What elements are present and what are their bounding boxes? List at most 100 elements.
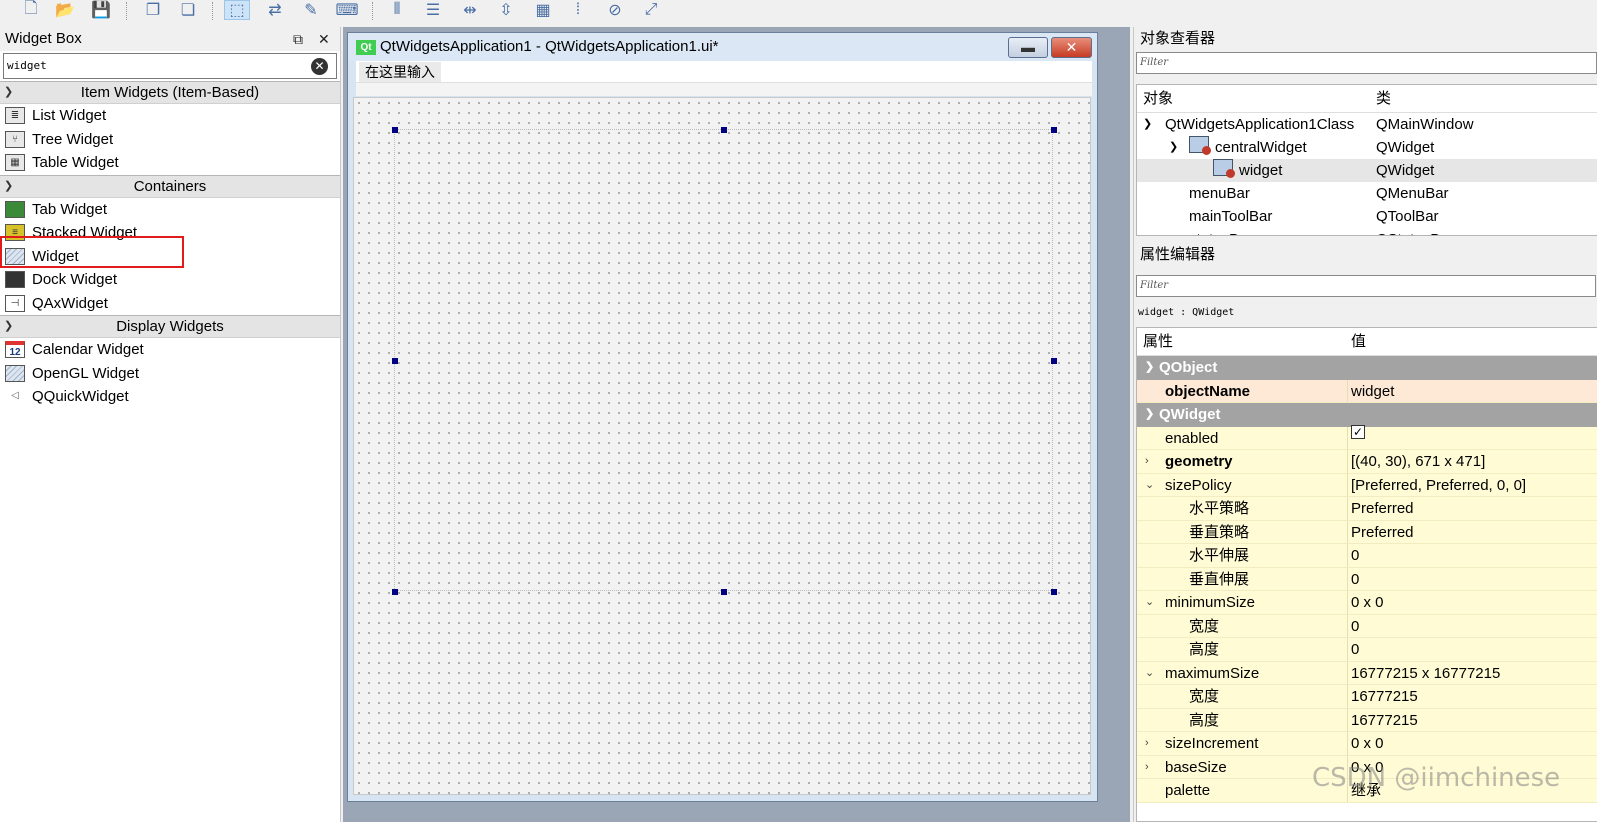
paste-icon[interactable]: ❏ [175, 0, 201, 20]
open-folder-icon[interactable]: 📂 [52, 0, 78, 20]
resize-handle[interactable] [392, 358, 398, 364]
widget-item-dock-widget[interactable]: Dock Widget [0, 268, 340, 292]
prop-maximumsize[interactable]: ⌄ maximumSize 16777215 x 16777215 [1137, 661, 1597, 685]
property-filter-input[interactable]: Filter [1136, 275, 1596, 297]
category-display-widgets[interactable]: ❯ Display Widgets [0, 315, 340, 338]
tab-order-icon[interactable]: ⌨ [334, 0, 360, 20]
widget-item-tab-widget[interactable]: Tab Widget [0, 198, 340, 222]
selected-widget[interactable] [392, 127, 1057, 595]
prop-vstretch[interactable]: 垂直伸展 0 [1137, 567, 1597, 591]
prop-geometry[interactable]: › geometry [(40, 30), 671 x 471] [1137, 450, 1597, 474]
central-widget-canvas[interactable] [353, 97, 1091, 795]
property-value[interactable]: widget [1351, 380, 1394, 403]
copy-icon[interactable]: ❐ [140, 0, 166, 20]
property-value[interactable]: [Preferred, Preferred, 0, 0] [1351, 474, 1526, 497]
chevron-down-icon[interactable]: ⌄ [1145, 474, 1154, 497]
float-icon[interactable]: ⧉ [293, 27, 303, 51]
resize-handle[interactable] [392, 127, 398, 133]
prop-enabled[interactable]: enabled ✓ [1137, 424, 1597, 450]
property-value[interactable]: Preferred [1351, 497, 1414, 520]
widget-item-table-widget[interactable]: ▦ Table Widget [0, 151, 340, 175]
group-qobject[interactable]: ❯ QObject [1137, 356, 1597, 380]
column-header-value[interactable]: 值 [1351, 328, 1366, 356]
property-value[interactable]: 0 [1351, 615, 1359, 638]
widget-item-opengl-widget[interactable]: OpenGL Widget [0, 362, 340, 386]
widget-filter-input[interactable]: widget ✕ [3, 53, 337, 79]
widget-item-list-widget[interactable]: ≣ List Widget [0, 104, 340, 128]
form-title-bar[interactable]: Qt QtWidgetsApplication1 - QtWidgetsAppl… [348, 33, 1097, 61]
property-value[interactable]: 0 [1351, 568, 1359, 591]
enabled-checkbox[interactable]: ✓ [1351, 424, 1365, 439]
widget-item-label: QQuickWidget [32, 388, 129, 405]
resize-handle[interactable] [721, 589, 727, 595]
chevron-down-icon[interactable]: ❯ [1143, 113, 1152, 136]
property-value[interactable]: 16777215 x 16777215 [1351, 662, 1500, 685]
signal-slot-icon[interactable]: ⇄ [262, 0, 288, 20]
prop-sizeincrement[interactable]: › sizeIncrement 0 x 0 [1137, 732, 1597, 756]
resize-handle[interactable] [1051, 589, 1057, 595]
resize-handle[interactable] [1051, 358, 1057, 364]
chevron-down-icon[interactable]: ⌄ [1145, 662, 1154, 685]
new-file-icon[interactable]: 🗋 [18, 0, 44, 20]
tree-row[interactable]: statusBar QStatusBar [1137, 228, 1597, 235]
chevron-down-icon[interactable]: ❯ [1169, 136, 1178, 159]
grid-layout-icon[interactable]: ▦ [530, 0, 556, 20]
break-layout-icon[interactable]: ⊘ [602, 0, 628, 20]
resize-handle[interactable] [392, 589, 398, 595]
layout-horizontal-icon[interactable]: ⦀ [384, 0, 410, 20]
group-qwidget[interactable]: ❯ QWidget [1137, 403, 1597, 427]
chevron-right-icon[interactable]: › [1145, 756, 1149, 779]
tree-row[interactable]: menuBar QMenuBar [1137, 182, 1597, 205]
widget-edit-icon[interactable]: ⬚ [224, 0, 250, 20]
chevron-right-icon[interactable]: › [1145, 732, 1149, 755]
prop-max-height[interactable]: 高度 16777215 [1137, 708, 1597, 732]
widget-item-qquickwidget[interactable]: ◁ QQuickWidget [0, 385, 340, 409]
prop-min-width[interactable]: 宽度 0 [1137, 614, 1597, 638]
prop-max-width[interactable]: 宽度 16777215 [1137, 685, 1597, 709]
tree-row[interactable]: ❯ QtWidgetsApplication1Class QMainWindow [1137, 113, 1597, 136]
prop-vpolicy[interactable]: 垂直策略 Preferred [1137, 520, 1597, 544]
split-vertical-icon[interactable]: ⇳ [493, 0, 519, 20]
save-icon[interactable]: 💾 [88, 0, 114, 20]
prop-hstretch[interactable]: 水平伸展 0 [1137, 544, 1597, 568]
chevron-right-icon[interactable]: › [1145, 450, 1149, 473]
prop-hpolicy[interactable]: 水平策略 Preferred [1137, 497, 1597, 521]
property-value[interactable]: 0 x 0 [1351, 732, 1384, 755]
close-button[interactable]: ✕ [1051, 37, 1092, 58]
menu-type-here[interactable]: 在这里输入 [359, 62, 441, 82]
widget-item-qaxwidget[interactable]: ⊣ QAxWidget [0, 292, 340, 316]
prop-sizepolicy[interactable]: ⌄ sizePolicy [Preferred, Preferred, 0, 0] [1137, 473, 1597, 497]
tree-row[interactable]: ❯ centralWidget QWidget [1137, 136, 1597, 159]
column-header-class[interactable]: 类 [1376, 85, 1391, 113]
split-horizontal-icon[interactable]: ⇹ [457, 0, 483, 20]
buddy-icon[interactable]: ✎ [298, 0, 324, 20]
chevron-down-icon[interactable]: ⌄ [1145, 591, 1154, 614]
property-value[interactable]: 0 x 0 [1351, 591, 1384, 614]
prop-minimumsize[interactable]: ⌄ minimumSize 0 x 0 [1137, 591, 1597, 615]
adjust-size-icon[interactable]: ⤢ [638, 0, 664, 20]
prop-objectname[interactable]: objectName widget [1137, 379, 1597, 403]
widget-item-tree-widget[interactable]: ⑂ Tree Widget [0, 128, 340, 152]
form-layout-icon[interactable]: ⁞ [565, 0, 591, 20]
property-value[interactable]: 16777215 [1351, 685, 1418, 708]
close-icon[interactable]: ✕ [318, 27, 330, 51]
object-filter-input[interactable]: Filter [1136, 52, 1597, 74]
property-value[interactable]: 16777215 [1351, 709, 1418, 732]
category-item-widgets[interactable]: ❯ Item Widgets (Item-Based) [0, 81, 340, 104]
column-header-object[interactable]: 对象 [1143, 85, 1173, 113]
tree-row[interactable]: mainToolBar QToolBar [1137, 205, 1597, 228]
resize-handle[interactable] [1051, 127, 1057, 133]
clear-filter-icon[interactable]: ✕ [311, 58, 328, 75]
layout-vertical-icon[interactable]: ☰ [420, 0, 446, 20]
resize-handle[interactable] [721, 127, 727, 133]
property-value[interactable]: Preferred [1351, 521, 1414, 544]
property-value[interactable]: 0 [1351, 638, 1359, 661]
minimize-button[interactable]: ▬ [1008, 37, 1048, 58]
column-header-property[interactable]: 属性 [1143, 328, 1173, 356]
property-value[interactable]: 0 [1351, 544, 1359, 567]
widget-item-calendar-widget[interactable]: 12 Calendar Widget [0, 338, 340, 362]
category-containers[interactable]: ❯ Containers [0, 174, 340, 198]
property-value[interactable]: [(40, 30), 671 x 471] [1351, 450, 1485, 473]
prop-min-height[interactable]: 高度 0 [1137, 638, 1597, 662]
tree-row-selected[interactable]: widget QWidget [1137, 159, 1597, 182]
